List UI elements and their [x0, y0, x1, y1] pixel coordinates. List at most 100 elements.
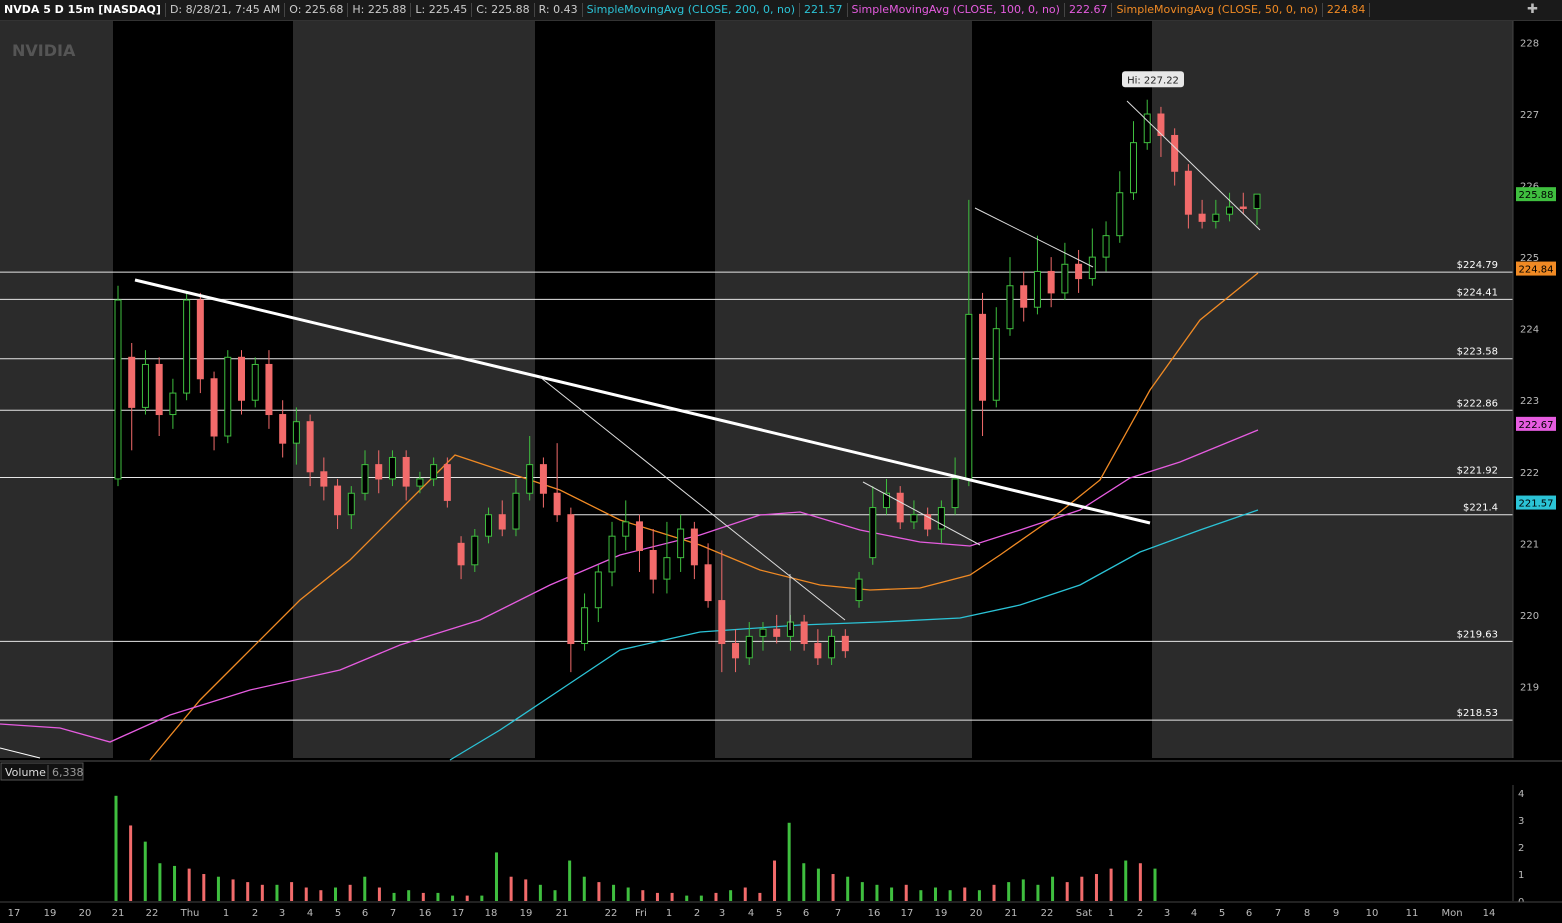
time-tick-label: 5: [335, 908, 341, 919]
candle-body: [979, 313, 987, 401]
candle-body: [1006, 285, 1014, 330]
candle-body: [992, 328, 1000, 401]
time-tick-label: 16: [419, 908, 432, 919]
candle-body: [677, 528, 685, 559]
volume-bar: [319, 890, 323, 901]
candle-body: [732, 643, 740, 659]
candle-body: [183, 299, 191, 394]
volume-bar: [275, 884, 279, 901]
candle-body: [759, 628, 767, 637]
candle-body: [1102, 235, 1110, 258]
candle-body: [1116, 192, 1124, 237]
volume-bar: [480, 895, 484, 901]
volume-bar: [407, 890, 411, 901]
nvidia-watermark: NVIDIA: [12, 41, 76, 60]
candle-body: [553, 492, 561, 516]
price-level-label: $221.4: [1463, 503, 1498, 514]
candle-body: [608, 535, 616, 573]
price-tick-label: 223: [1520, 396, 1539, 407]
time-tick-label: 20: [970, 908, 983, 919]
price-level-label: $224.41: [1457, 287, 1498, 298]
volume-bar: [143, 841, 147, 901]
price-axis-background: [1513, 21, 1562, 758]
volume-bar: [1124, 860, 1128, 901]
volume-label: Volume: [5, 766, 46, 779]
candle-body: [635, 521, 643, 551]
time-tick-label: Thu: [180, 908, 200, 919]
volume-bar: [816, 868, 820, 901]
candle-body: [320, 471, 328, 487]
candle-body: [841, 635, 849, 652]
time-tick-label: 21: [1005, 908, 1018, 919]
time-tick-label: 7: [1275, 908, 1281, 919]
candle-body: [114, 299, 122, 480]
time-tick-label: 21: [556, 908, 569, 919]
volume-bar: [509, 876, 513, 901]
candle-body: [800, 621, 808, 645]
time-tick-label: 17: [452, 908, 465, 919]
volume-bar: [114, 795, 118, 901]
time-tick-label: 19: [935, 908, 948, 919]
volume-bar: [1051, 876, 1055, 901]
volume-bar: [246, 882, 250, 901]
candle-body: [1198, 213, 1206, 222]
volume-bar: [231, 879, 235, 901]
volume-bar: [290, 882, 294, 901]
volume-bar: [685, 895, 689, 901]
time-tick-label: 21: [112, 908, 125, 919]
volume-bar: [699, 895, 703, 901]
price-tick-label: 220: [1520, 611, 1539, 622]
price-level-label: $218.53: [1457, 708, 1498, 719]
high-annotation: Hi: 227.22: [1127, 75, 1179, 86]
candle-body: [663, 557, 671, 580]
volume-bar: [612, 884, 616, 901]
time-tick-label: 3: [719, 908, 725, 919]
volume-bar: [963, 887, 967, 901]
volume-bar: [919, 890, 923, 901]
volume-bar: [421, 892, 425, 901]
volume-bar: [992, 884, 996, 901]
volume-bar: [655, 892, 659, 901]
volume-bar: [729, 890, 733, 901]
candle-body: [457, 542, 465, 566]
time-tick-label: 1: [1108, 908, 1114, 919]
volume-bar: [802, 863, 806, 901]
candle-body: [951, 478, 959, 509]
candle-body: [581, 607, 589, 645]
volume-bar: [216, 876, 220, 901]
volume-bar: [948, 890, 952, 901]
session-band: [0, 21, 113, 758]
volume-bar: [641, 890, 645, 901]
candle-body: [512, 492, 520, 530]
volume-bar: [538, 884, 542, 901]
time-tick-label: 4: [1191, 908, 1197, 919]
price-chart[interactable]: NVIDIA $224.79 $224.41 $223.58 $222.86 $221.…: [0, 0, 1562, 923]
price-axis: 219220221222223224225226227228224.84222.…: [1512, 21, 1562, 758]
candle-body: [1020, 285, 1028, 308]
volume-bar: [1065, 882, 1069, 901]
time-tick-label: 18: [485, 908, 498, 919]
candle-body: [196, 299, 204, 380]
candle-body: [375, 464, 383, 480]
volume-bar: [436, 892, 440, 901]
time-tick-label: Fri: [635, 908, 647, 919]
candle-body: [334, 485, 342, 516]
volume-bar: [743, 887, 747, 901]
volume-bar: [904, 884, 908, 901]
volume-value: 6,338: [52, 766, 84, 779]
candle-body: [361, 464, 369, 494]
candle-body: [141, 363, 149, 408]
volume-bar: [597, 882, 601, 901]
time-tick-label: 5: [776, 908, 782, 919]
candle-body: [773, 628, 781, 637]
session-band: [535, 21, 715, 758]
time-tick-label: 3: [1164, 908, 1170, 919]
time-tick-label: 6: [362, 908, 368, 919]
candle-body: [526, 464, 534, 494]
time-tick-label: 20: [79, 908, 92, 919]
candle-body: [539, 464, 547, 494]
volume-bar: [568, 860, 572, 901]
time-tick-label: 2: [694, 908, 700, 919]
volume-bar: [933, 887, 937, 901]
volume-bar: [875, 884, 879, 901]
